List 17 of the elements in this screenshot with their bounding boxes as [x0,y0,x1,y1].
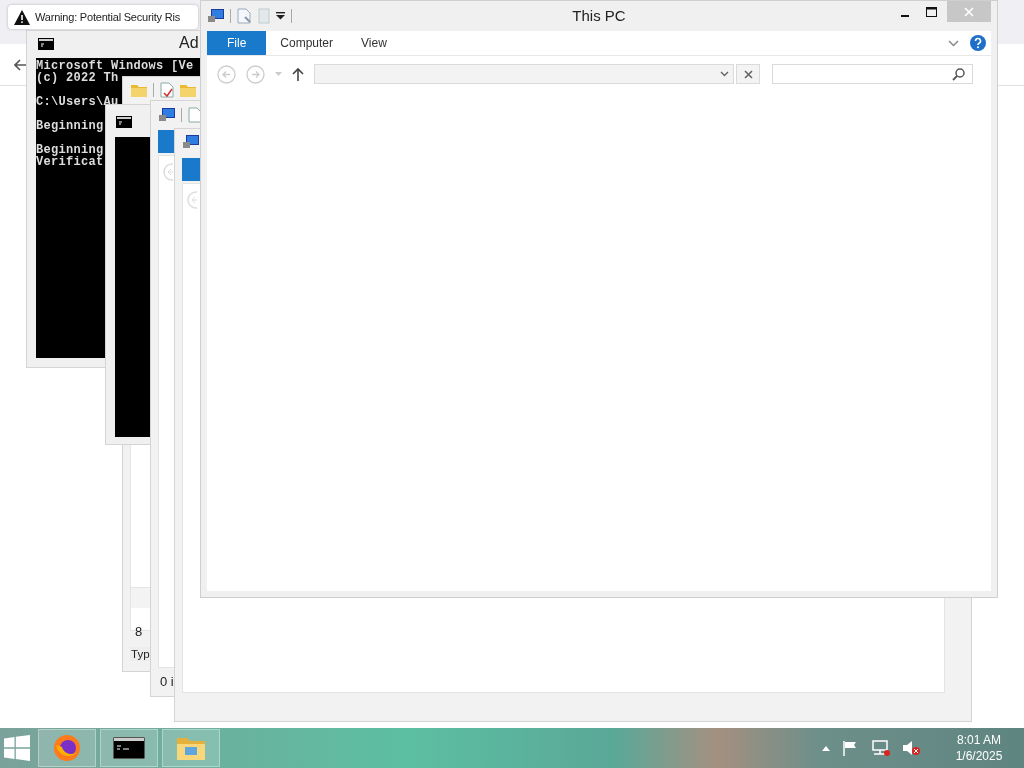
console-line: Microsoft Windows [Ve [36,60,194,72]
console-line: Verificat [36,156,104,168]
console-line: C:\Users\Au [36,96,119,108]
detail-label: Typ [130,647,151,661]
clock-date[interactable]: 1/6/2025 [934,748,1024,764]
ribbon-tab[interactable]: File [207,31,267,55]
status-text: 0 i [160,674,174,689]
clock-time[interactable]: 8:01 AM [934,732,1024,748]
ribbon-tab[interactable]: View [347,31,401,55]
window-title: Ad [179,34,199,52]
browser-tab[interactable]: Warning: Potential Security Ris [8,5,198,29]
console-line: (c) 2022 Th [36,72,119,84]
console-line: Beginning [36,120,104,132]
window-title: This PC [571,7,627,24]
console-line: Beginning [36,144,104,156]
item-value: 8 [135,624,143,639]
ribbon-tab[interactable]: Computer [266,31,348,55]
